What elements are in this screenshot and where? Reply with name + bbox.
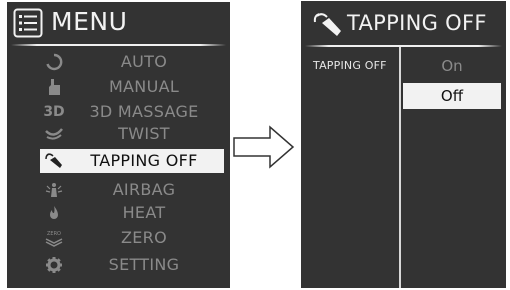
- column-divider: [399, 47, 401, 288]
- menu-panel: MENU AUTO MANUAL 3D 3D MASSAGE TWIST TAP…: [7, 2, 230, 288]
- gear-icon: [43, 255, 65, 275]
- right-arrow-icon: [233, 125, 295, 169]
- detail-panel: TAPPING OFF TAPPING OFF On Off: [301, 1, 506, 288]
- menu-item-label: AUTO: [120, 52, 168, 71]
- menu-item-label: AIRBAG: [112, 180, 176, 199]
- detail-title: TAPPING OFF: [347, 11, 487, 35]
- menu-item-zero[interactable]: ZERO ZERO: [7, 226, 230, 250]
- svg-text:ZERO: ZERO: [47, 231, 61, 237]
- zero-gravity-icon: ZERO: [43, 228, 65, 248]
- menu-item-setting[interactable]: SETTING: [7, 253, 230, 277]
- menu-item-3d-massage[interactable]: 3D 3D MASSAGE: [7, 100, 230, 124]
- menu-divider: [11, 44, 226, 46]
- 3d-icon: 3D: [43, 104, 65, 120]
- menu-item-label: TAPPING OFF: [90, 151, 198, 170]
- menu-item-auto[interactable]: AUTO: [7, 50, 230, 74]
- heat-icon: [43, 203, 65, 223]
- menu-item-manual[interactable]: MANUAL: [7, 75, 230, 99]
- airbag-icon: [43, 180, 65, 200]
- menu-item-tapping-off[interactable]: TAPPING OFF: [40, 149, 224, 173]
- auto-cycle-icon: [43, 52, 65, 72]
- menu-item-twist[interactable]: TWIST: [7, 122, 230, 146]
- tapping-icon: [313, 13, 341, 36]
- option-off[interactable]: Off: [403, 83, 501, 109]
- tapping-icon: [43, 151, 65, 171]
- menu-item-label: 3D MASSAGE: [89, 102, 199, 121]
- menu-item-airbag[interactable]: AIRBAG: [7, 178, 230, 202]
- detail-divider: [305, 45, 502, 47]
- twist-icon: [43, 124, 65, 144]
- menu-item-label: TWIST: [118, 124, 170, 143]
- option-on[interactable]: On: [403, 53, 501, 79]
- menu-item-label: MANUAL: [108, 77, 180, 96]
- detail-header: TAPPING OFF: [301, 1, 506, 45]
- menu-item-label: SETTING: [108, 255, 180, 274]
- section-label: TAPPING OFF: [313, 59, 387, 72]
- menu-header: MENU: [7, 2, 230, 44]
- menu-item-heat[interactable]: HEAT: [7, 201, 230, 225]
- hand-icon: [43, 77, 65, 97]
- menu-item-label: HEAT: [122, 203, 166, 222]
- menu-item-label: ZERO: [121, 228, 167, 247]
- menu-title: MENU: [51, 7, 128, 36]
- menu-list-icon: [13, 8, 43, 38]
